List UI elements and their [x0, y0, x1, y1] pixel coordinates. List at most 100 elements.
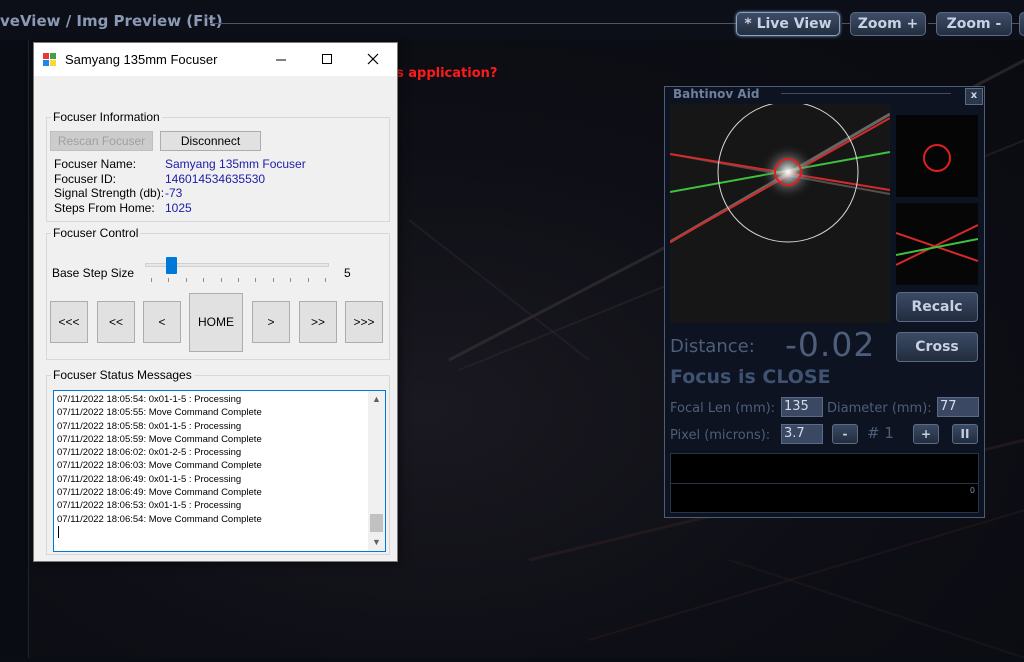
step-size-value: 5	[344, 266, 351, 280]
focuser-status-group: Focuser Status Messages 07/11/2022 18:05…	[46, 368, 390, 555]
move-out-small-button[interactable]: >	[252, 301, 290, 343]
group-label: Focuser Information	[51, 110, 162, 124]
home-button[interactable]: HOME	[189, 293, 243, 352]
info-label: Signal Strength (db):	[54, 186, 165, 200]
group-label: Focuser Control	[51, 226, 141, 240]
slider-tick	[203, 278, 205, 282]
move-in-small-button[interactable]: <	[143, 301, 181, 343]
slider-tick	[307, 278, 309, 282]
app-icon	[43, 53, 57, 67]
text-cursor	[58, 525, 59, 538]
status-log-textbox[interactable]: 07/11/2022 18:05:54: 0x01-1-5 : Processi…	[53, 390, 386, 552]
slider-thumb[interactable]	[166, 257, 177, 274]
bahtinov-title: Bahtinov Aid	[673, 87, 760, 101]
focuser-name-value: Samyang 135mm Focuser	[165, 157, 306, 171]
status-log-lines: 07/11/2022 18:05:54: 0x01-1-5 : Processi…	[57, 393, 367, 538]
minimize-button[interactable]	[258, 43, 304, 76]
pixel-size-label: Pixel (microns):	[670, 428, 771, 443]
status-log-line: 07/11/2022 18:05:58: 0x01-1-5 : Processi…	[57, 420, 242, 432]
next-star-button[interactable]: +	[913, 424, 939, 444]
scroll-up-icon[interactable]: ▲	[368, 391, 385, 408]
rescan-focuser-button[interactable]: Rescan Focuser	[50, 131, 153, 151]
zoom-out-button[interactable]: Zoom -	[936, 12, 1012, 36]
graph-zero-label: 0	[969, 486, 975, 495]
diameter-label: Diameter (mm):	[827, 401, 932, 416]
slider-tick	[272, 278, 274, 282]
info-label: Focuser ID:	[54, 172, 117, 186]
base-step-size-label: Base Step Size	[52, 266, 135, 280]
bahtinov-pattern	[670, 104, 890, 244]
status-log-line: 07/11/2022 18:06:49: 0x01-1-5 : Processi…	[57, 473, 242, 485]
slider-tick	[290, 278, 292, 282]
status-log-scrollbar[interactable]: ▲ ▼	[368, 391, 385, 551]
scrollbar-thumb[interactable]	[370, 514, 383, 532]
zoom-in-button[interactable]: Zoom +	[850, 12, 926, 36]
viewer-title-divider	[210, 23, 730, 24]
close-icon	[367, 53, 379, 65]
focus-status-text: Focus is CLOSE	[670, 366, 831, 388]
group-label: Focuser Status Messages	[51, 368, 194, 382]
focuser-control-group: Focuser Control Base Step Size 5 <<< << …	[46, 226, 390, 360]
status-log-line: 07/11/2022 18:06:49: Move Command Comple…	[57, 487, 262, 499]
viewer-header: veView / Img Preview (Fit) * Live View Z…	[0, 0, 1024, 40]
focal-length-label: Focal Len (mm):	[670, 401, 776, 416]
diameter-input[interactable]: 77	[937, 397, 979, 417]
viewer-more-button[interactable]	[1019, 12, 1024, 36]
status-log-line: 07/11/2022 18:05:55: Move Command Comple…	[57, 407, 262, 419]
signal-strength-value: -73	[165, 186, 183, 200]
header-divider	[842, 23, 850, 24]
minimize-icon	[276, 59, 286, 61]
info-label: Focuser Name:	[54, 157, 137, 171]
header-divider	[728, 23, 736, 24]
move-out-large-button[interactable]: >>>	[345, 301, 383, 343]
viewer-title: veView / Img Preview (Fit)	[0, 12, 223, 30]
maximize-button[interactable]	[304, 43, 350, 76]
status-log-line: 07/11/2022 18:05:54: 0x01-1-5 : Processi…	[57, 394, 242, 405]
move-in-large-button[interactable]: <<<	[50, 301, 88, 343]
bahtinov-circle-preview	[896, 115, 978, 197]
bahtinov-close-button[interactable]: x	[965, 88, 983, 105]
spike-lines-icon	[895, 224, 979, 266]
bahtinov-spike-preview	[895, 203, 979, 285]
live-view-button[interactable]: * Live View	[736, 12, 840, 36]
recalc-button[interactable]: Recalc	[896, 292, 978, 322]
star-index-label: # 1	[867, 424, 894, 442]
focuser-id-value: 146014534635530	[165, 172, 266, 186]
status-log-line: 07/11/2022 18:06:02: 0x01-2-5 : Processi…	[57, 447, 242, 459]
focuser-information-group: Focuser Information Rescan Focuser Disco…	[46, 110, 390, 222]
bahtinov-aid-panel: Bahtinov Aid x Recalc Cross Distance: -0…	[664, 86, 985, 518]
background-prompt-text: s application?	[396, 66, 498, 81]
distance-value: -0.02	[785, 325, 876, 364]
status-log-line: 07/11/2022 18:05:59: Move Command Comple…	[57, 433, 262, 445]
header-divider	[928, 23, 936, 24]
steps-from-home-value: 1025	[165, 201, 192, 215]
slider-tick	[220, 278, 222, 282]
graph-zero-line	[671, 483, 978, 484]
focuser-dialog: Samyang 135mm Focuser Focuser Informatio…	[33, 42, 398, 562]
bahtinov-star-image[interactable]	[670, 104, 890, 323]
pixel-size-input[interactable]: 3.7	[781, 424, 823, 444]
focus-circle-icon	[923, 144, 951, 172]
distance-history-graph: 0	[670, 453, 979, 513]
slider-tick	[151, 278, 152, 282]
move-in-medium-button[interactable]: <<	[97, 301, 135, 343]
slider-tick	[185, 278, 187, 282]
focal-length-input[interactable]: 135	[781, 397, 823, 417]
dialog-titlebar[interactable]: Samyang 135mm Focuser	[34, 43, 397, 76]
status-log-line: 07/11/2022 18:06:03: Move Command Comple…	[57, 460, 262, 472]
status-log-line: 07/11/2022 18:06:53: 0x01-1-5 : Processi…	[57, 500, 242, 512]
bahtinov-title-divider	[781, 93, 951, 94]
distance-label: Distance:	[670, 336, 755, 357]
info-label: Steps From Home:	[54, 201, 155, 215]
scroll-down-icon[interactable]: ▼	[368, 534, 385, 551]
cross-button[interactable]: Cross	[896, 332, 978, 362]
previous-star-button[interactable]: -	[832, 424, 858, 444]
slider-tick	[238, 278, 239, 282]
pause-button[interactable]: II	[952, 424, 978, 444]
close-button[interactable]	[350, 43, 396, 76]
status-log-line: 07/11/2022 18:06:54: Move Command Comple…	[57, 513, 262, 525]
slider-tick	[168, 278, 170, 282]
disconnect-button[interactable]: Disconnect	[160, 131, 261, 151]
slider-tick	[325, 278, 326, 282]
move-out-medium-button[interactable]: >>	[299, 301, 337, 343]
